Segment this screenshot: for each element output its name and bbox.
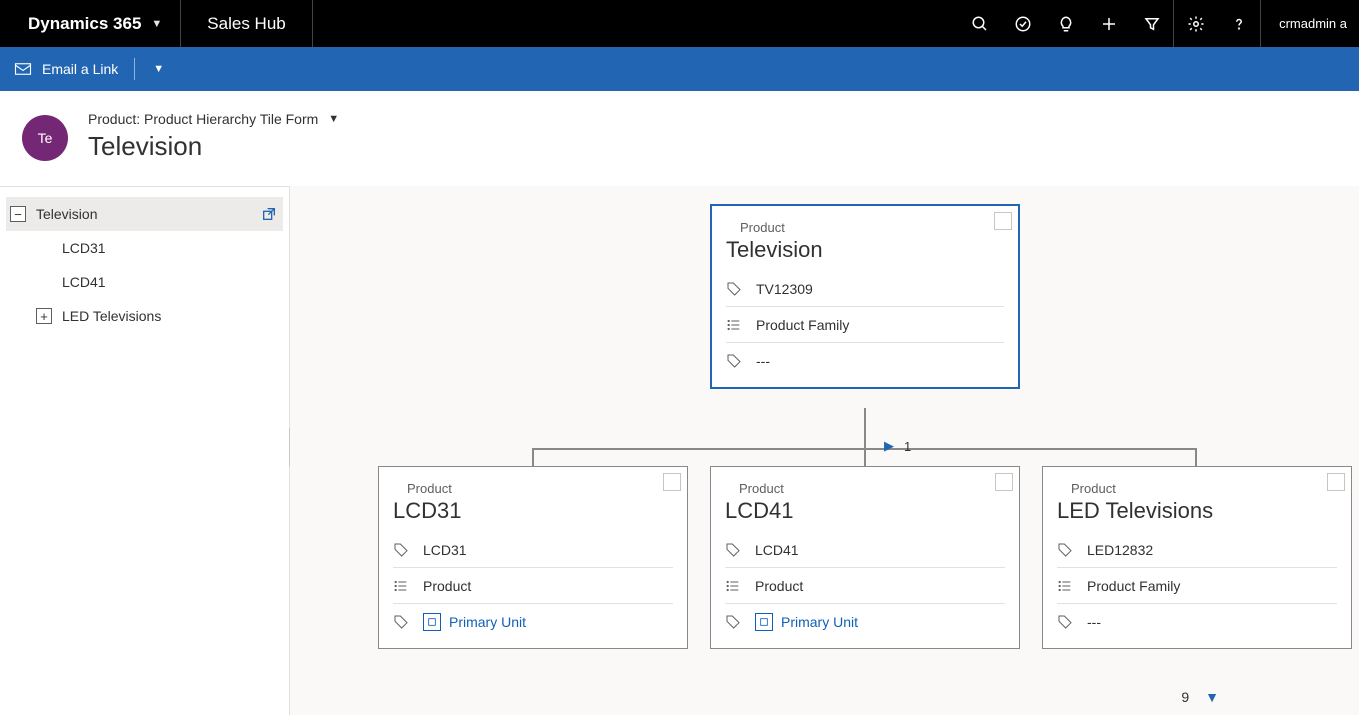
hierarchy-card[interactable]: Product LCD31 LCD31 Product Primary Unit [378,466,688,649]
card-field-structure: Product Family [1057,568,1337,604]
card-field-unit: Primary Unit [393,604,673,640]
chevron-down-icon: ▼ [151,18,162,30]
card-field-structure: Product [725,568,1005,604]
email-icon [14,62,32,76]
list-icon [725,578,741,594]
connector-line [532,448,534,468]
search-icon[interactable] [958,0,1001,47]
expand-icon[interactable]: + [36,308,52,324]
app-name: Dynamics 365 [28,14,141,34]
gear-icon[interactable] [1174,0,1217,47]
tree-item-television[interactable]: − Television [6,197,283,231]
chevron-down-icon[interactable]: ▼ [147,63,170,75]
tree-item-led-televisions[interactable]: + LED Televisions [6,299,283,333]
card-type-label: Product [393,481,673,496]
list-icon [726,317,742,333]
tree-item-lcd31[interactable]: LCD31 [6,231,283,265]
card-action-icon[interactable] [994,212,1012,230]
page-header: Te Product: Product Hierarchy Tile Form … [0,91,1359,186]
plus-icon[interactable] [1087,0,1130,47]
tree-item-lcd41[interactable]: LCD41 [6,265,283,299]
user-menu[interactable]: crmadmin a [1261,0,1359,47]
connector-line [1195,448,1197,468]
tag-icon [393,542,409,558]
card-field-id: LED12832 [1057,532,1337,568]
hierarchy-canvas: ▶ 1 Product Television TV12309 Product F… [290,186,1359,715]
help-icon[interactable] [1217,0,1260,47]
card-type-label: Product [726,220,1004,235]
lookup-icon [755,613,773,631]
card-title: Television [726,237,1004,263]
unit-link[interactable]: Primary Unit [423,613,526,631]
lightbulb-icon[interactable] [1044,0,1087,47]
task-icon[interactable] [1001,0,1044,47]
connector-line [864,408,866,448]
card-field-structure: Product Family [726,307,1004,343]
card-type-label: Product [725,481,1005,496]
hierarchy-card[interactable]: Product LED Televisions LED12832 Product… [1042,466,1352,649]
tag-icon [393,614,409,630]
card-field-unit: --- [726,343,1004,379]
card-field-id: LCD41 [725,532,1005,568]
card-field-structure: Product [393,568,673,604]
hierarchy-card-root[interactable]: Product Television TV12309 Product Famil… [710,204,1020,389]
card-action-icon[interactable] [663,473,681,491]
top-nav-bar: Dynamics 365 ▼ Sales Hub c [0,0,1359,47]
tag-icon [725,614,741,630]
card-field-unit: --- [1057,604,1337,640]
tag-icon [1057,614,1073,630]
list-icon [1057,578,1073,594]
card-field-id: TV12309 [726,271,1004,307]
connector-line [864,448,866,468]
divider [312,0,313,47]
lookup-icon [423,613,441,631]
hierarchy-tree: − Television LCD31 LCD41 + LED Televisio… [0,186,290,715]
unit-link[interactable]: Primary Unit [755,613,858,631]
collapse-icon[interactable]: − [10,206,26,222]
chevron-down-icon: ▼ [328,113,339,125]
pager-top[interactable]: ▶ 1 [884,438,911,454]
card-title: LED Televisions [1057,498,1337,524]
hierarchy-card[interactable]: Product LCD41 LCD41 Product Primary Unit [710,466,1020,649]
card-field-unit: Primary Unit [725,604,1005,640]
divider [134,58,135,80]
tag-icon [726,281,742,297]
page-title: Television [88,131,339,162]
filter-icon[interactable] [1130,0,1173,47]
triangle-down-icon: ▼ [1205,689,1219,705]
popout-icon[interactable] [261,206,277,222]
tag-icon [725,542,741,558]
card-title: LCD31 [393,498,673,524]
command-bar: Email a Link ▼ [0,47,1359,91]
record-avatar: Te [22,115,68,161]
area-name[interactable]: Sales Hub [181,14,311,34]
tag-icon [1057,542,1073,558]
card-type-label: Product [1057,481,1337,496]
pager-bottom[interactable]: 9 ▼ [1181,689,1219,705]
triangle-right-icon: ▶ [884,438,894,454]
email-link-button[interactable]: Email a Link [14,61,118,77]
card-field-id: LCD31 [393,532,673,568]
card-title: LCD41 [725,498,1005,524]
card-action-icon[interactable] [1327,473,1345,491]
form-selector[interactable]: Product: Product Hierarchy Tile Form ▼ [88,111,339,127]
list-icon [393,578,409,594]
card-action-icon[interactable] [995,473,1013,491]
app-switcher[interactable]: Dynamics 365 ▼ [0,14,180,34]
tag-icon [726,353,742,369]
